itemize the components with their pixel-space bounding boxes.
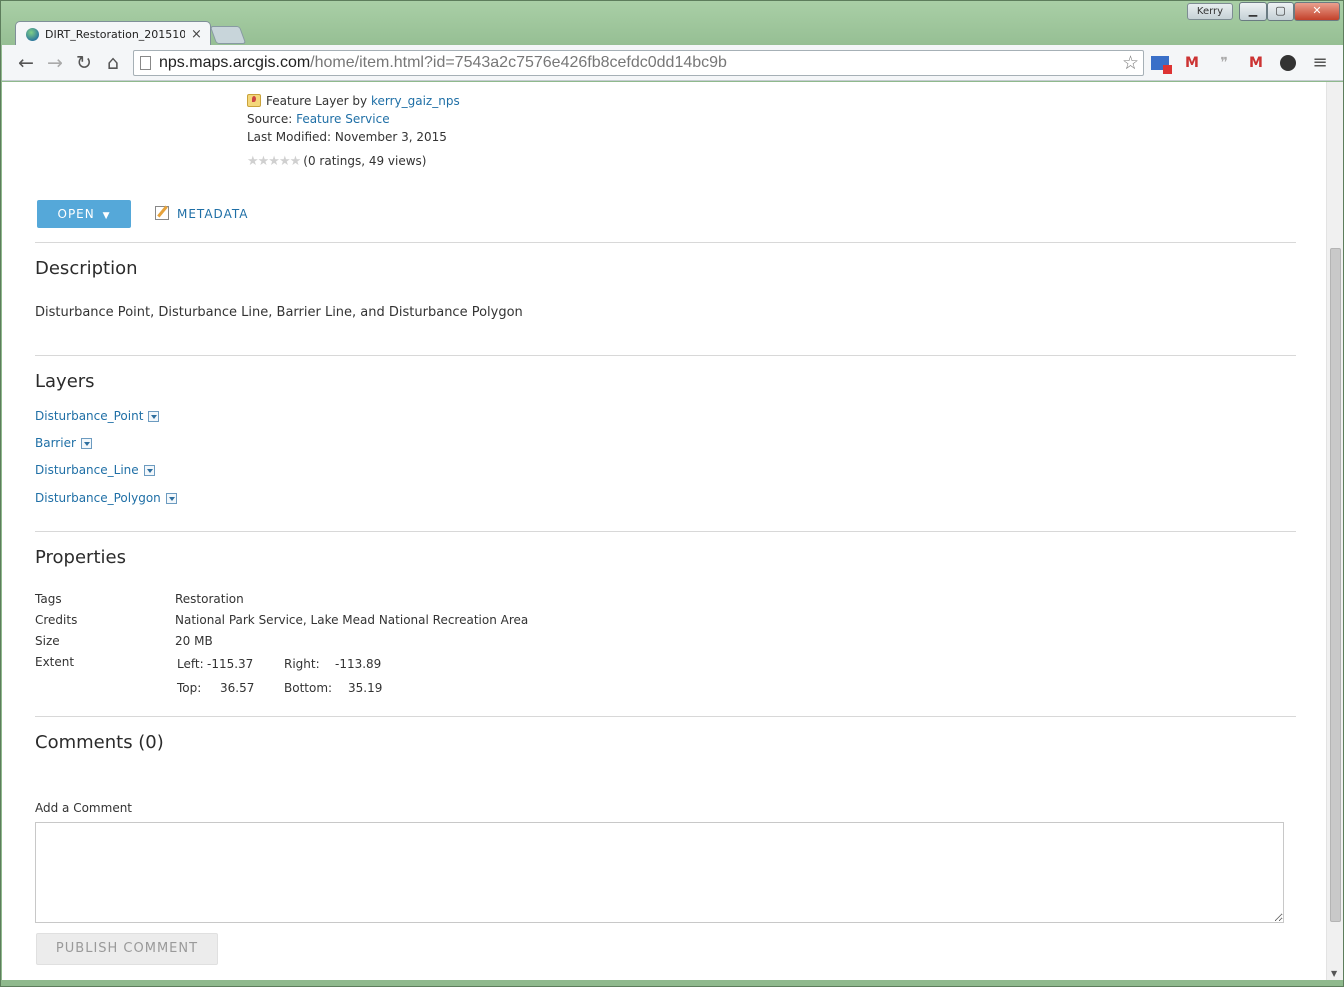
comment-textarea[interactable] (35, 822, 1284, 923)
modified-line: Last Modified: November 3, 2015 (247, 130, 447, 144)
layer-item-barrier[interactable]: Barrier (35, 436, 92, 450)
tab-close-icon[interactable]: × (191, 27, 202, 42)
tag-link-restoration[interactable]: Restoration (175, 592, 244, 606)
dropdown-icon[interactable] (148, 411, 160, 422)
gmail-icon[interactable]: M (1182, 53, 1202, 73)
extent-bottom-label: Bottom: (284, 681, 333, 695)
menu-icon[interactable]: ≡ (1310, 53, 1330, 73)
extent-left-label: Left: (177, 657, 204, 671)
properties-heading: Properties (35, 547, 126, 568)
extent-right-label: Right: (284, 657, 320, 671)
page-scrollbar[interactable]: ▼ (1326, 82, 1343, 980)
comments-heading: Comments (0) (35, 732, 164, 753)
close-window-button[interactable]: ✕ (1294, 2, 1340, 21)
edit-metadata-icon (155, 206, 169, 220)
evernote-icon[interactable] (1280, 55, 1296, 71)
rating-line: ★★★★★ (0 ratings, 49 views) (247, 152, 460, 171)
item-summary: Feature Layer by kerry_gaiz_nps Source: … (247, 92, 460, 171)
divider (35, 242, 1296, 243)
page-viewport: Feature Layer by kerry_gaiz_nps Source: … (2, 82, 1343, 980)
home-icon[interactable]: ⌂ (102, 52, 124, 74)
size-label: Size (35, 634, 60, 648)
dropdown-icon[interactable] (143, 465, 155, 476)
divider (35, 355, 1296, 356)
page-icon (140, 56, 151, 70)
bookmark-star-icon[interactable]: ☆ (1122, 52, 1139, 74)
caret-down-icon: ▼ (102, 211, 111, 221)
description-text: Disturbance Point, Disturbance Line, Bar… (35, 305, 523, 320)
browser-tab[interactable]: DIRT_Restoration_201510 × (15, 21, 211, 46)
layer-item-disturbance-point[interactable]: Disturbance_Point (35, 409, 160, 423)
minimize-button[interactable]: ▁ (1239, 2, 1267, 21)
layer-item-disturbance-line[interactable]: Disturbance_Line (35, 463, 155, 477)
source-link[interactable]: Feature Service (296, 112, 390, 126)
description-heading: Description (35, 258, 138, 279)
open-button[interactable]: OPEN ▼ (37, 200, 131, 228)
layers-heading: Layers (35, 371, 95, 392)
new-tab-button[interactable] (209, 26, 247, 44)
title-bar: DIRT_Restoration_201510 × Kerry ▁ ▢ ✕ (1, 1, 1343, 46)
scroll-down-arrow-icon[interactable]: ▼ (1331, 969, 1337, 978)
back-arrow-icon[interactable]: ← (15, 52, 37, 74)
size-value: 20 MB (175, 634, 213, 648)
address-bar[interactable]: nps.maps.arcgis.com/home/item.html?id=75… (133, 50, 1144, 76)
add-comment-label: Add a Comment (35, 801, 133, 815)
extent-top-value: 36.57 (220, 681, 255, 695)
maximize-button[interactable]: ▢ (1267, 2, 1294, 21)
divider (35, 716, 1296, 717)
publish-comment-button[interactable]: PUBLISH COMMENT (36, 933, 218, 965)
globe-icon (26, 27, 39, 41)
credits-label: Credits (35, 613, 78, 627)
tags-label: Tags (35, 592, 62, 606)
extension-icon[interactable] (1151, 56, 1172, 74)
divider (35, 531, 1296, 532)
ratings-text: (0 ratings, 49 views) (303, 154, 427, 168)
feature-layer-icon (247, 94, 261, 107)
dropdown-icon[interactable] (165, 493, 177, 504)
credits-value: National Park Service, Lake Mead Nationa… (175, 613, 529, 627)
source-line: Source: Feature Service (247, 112, 390, 126)
layer-item-disturbance-polygon[interactable]: Disturbance_Polygon (35, 491, 177, 505)
profile-button[interactable]: Kerry (1187, 3, 1233, 20)
metadata-link[interactable]: METADATA (155, 206, 248, 221)
rating-stars-icon[interactable]: ★★★★★ (247, 154, 301, 169)
scrollbar-thumb[interactable] (1330, 248, 1341, 922)
dropdown-icon[interactable] (80, 438, 92, 449)
extent-right-value: -113.89 (335, 657, 382, 671)
reload-icon[interactable]: ↻ (73, 52, 95, 74)
extent-top-label: Top: (177, 681, 202, 695)
gmail-alt-icon[interactable]: M (1246, 53, 1266, 73)
hangouts-icon[interactable]: ❞ (1214, 53, 1234, 73)
extent-bottom-value: 35.19 (348, 681, 383, 695)
forward-arrow-icon[interactable]: → (44, 52, 66, 74)
extent-left-value: -115.37 (207, 657, 254, 671)
browser-window: DIRT_Restoration_201510 × Kerry ▁ ▢ ✕ ← … (0, 0, 1344, 987)
url-text: nps.maps.arcgis.com/home/item.html?id=75… (159, 54, 727, 71)
browser-toolbar: ← → ↻ ⌂ nps.maps.arcgis.com/home/item.ht… (2, 45, 1343, 81)
item-type-line: Feature Layer by kerry_gaiz_nps (247, 92, 460, 110)
tab-title: DIRT_Restoration_201510 (45, 27, 185, 41)
owner-link[interactable]: kerry_gaiz_nps (371, 94, 460, 108)
extent-label: Extent (35, 655, 75, 669)
